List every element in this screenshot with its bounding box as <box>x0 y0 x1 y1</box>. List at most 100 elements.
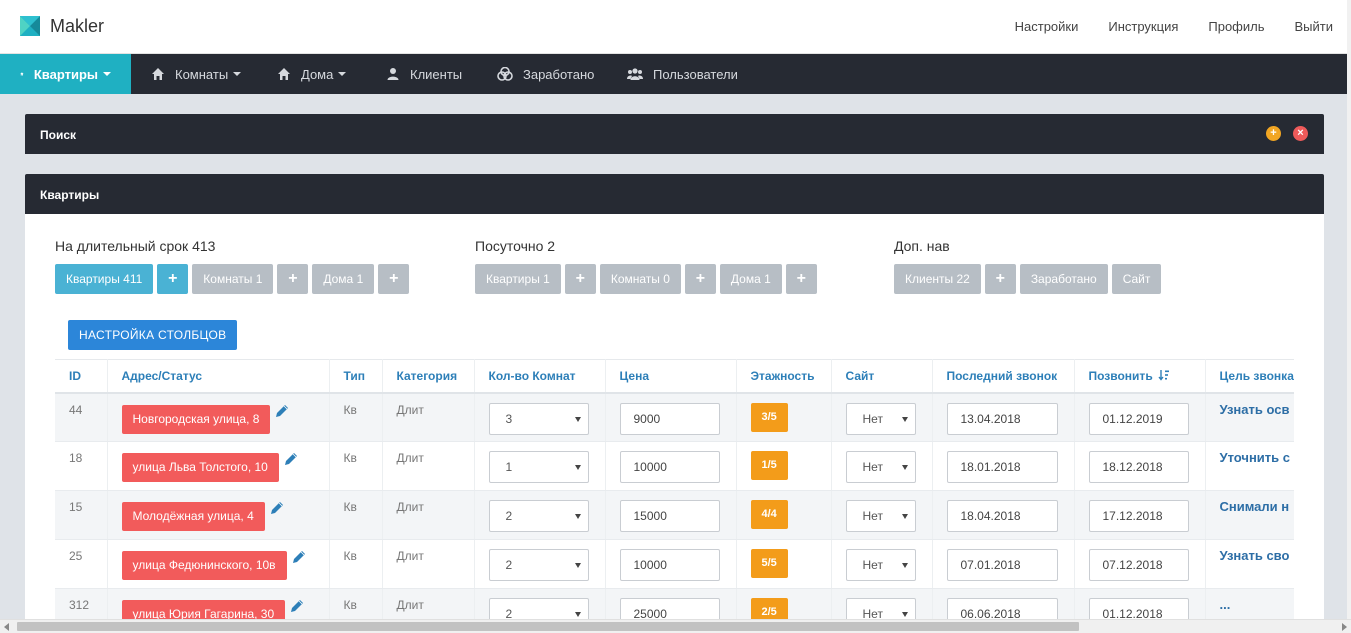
earned-button[interactable]: Заработано <box>1019 264 1108 294</box>
logo-icon <box>20 16 40 36</box>
daily-apartments-button[interactable]: Квартиры 1 <box>475 264 561 294</box>
scroll-right-icon[interactable] <box>1342 623 1347 631</box>
cell-floors: 3/5 <box>736 392 832 442</box>
price-input[interactable]: 9000 <box>619 402 720 435</box>
home-icon <box>20 72 24 76</box>
daily-houses-add-button[interactable]: + <box>785 264 817 294</box>
address-badge[interactable]: Молодёжная улица, 4 <box>121 502 265 531</box>
long-houses-add-button[interactable]: + <box>378 264 410 294</box>
pencil-icon[interactable] <box>274 403 290 419</box>
long-rooms-button[interactable]: Комнаты 1 <box>192 264 274 294</box>
close-icon[interactable]: × <box>1293 126 1308 141</box>
call-goal-link[interactable]: Узнать осв <box>1220 402 1290 417</box>
pencil-icon[interactable] <box>283 451 299 467</box>
long-rooms-add-button[interactable]: + <box>277 264 309 294</box>
last-call-input[interactable]: 07.01.2018 <box>946 549 1058 581</box>
horizontal-scrollbar[interactable] <box>0 619 1351 633</box>
caret-down-icon <box>338 72 347 76</box>
long-apartments-button[interactable]: Квартиры 411 <box>55 264 154 294</box>
settings-link[interactable]: Настройки <box>1015 19 1079 34</box>
column-header-floors[interactable]: Этажность <box>736 359 832 394</box>
dropdown-arrow-icon <box>901 514 908 519</box>
column-header-category[interactable]: Категория <box>382 359 475 394</box>
nav-item-earned[interactable]: Заработано <box>477 54 614 94</box>
call-date-input[interactable]: 18.12.2018 <box>1088 451 1189 483</box>
cell-floors: 4/4 <box>736 490 832 540</box>
last-call-input[interactable]: 18.04.2018 <box>946 500 1058 532</box>
site-select[interactable]: Нет <box>845 402 916 435</box>
call-date-input[interactable]: 01.12.2019 <box>1088 402 1189 435</box>
call-goal-link[interactable]: Снимали н <box>1220 499 1290 514</box>
column-header-goal[interactable]: Цель звонка <box>1205 359 1294 394</box>
site-select[interactable]: Нет <box>845 451 916 483</box>
daily-houses-button[interactable]: Дома 1 <box>719 264 782 294</box>
search-panel-header[interactable]: Поиск + × <box>25 114 1324 154</box>
apartments-table-wrap[interactable]: ID Адрес/Статус Тип Категория Кол-во Ком… <box>55 359 1294 633</box>
site-button[interactable]: Сайт <box>1111 264 1162 294</box>
cell-site: Нет <box>831 490 933 540</box>
price-input[interactable]: 10000 <box>619 451 720 483</box>
pencil-icon[interactable] <box>269 500 285 516</box>
clients-add-button[interactable]: + <box>984 264 1016 294</box>
nav-item-apartments[interactable]: Квартиры <box>0 54 131 94</box>
cell-last-call: 18.04.2018 <box>932 490 1075 540</box>
site-select[interactable]: Нет <box>845 500 916 532</box>
address-badge[interactable]: улица Льва Толстого, 10 <box>121 453 279 482</box>
cell-id: 25 <box>55 539 108 589</box>
profile-link[interactable]: Профиль <box>1208 19 1264 34</box>
call-date-input[interactable]: 07.12.2018 <box>1088 549 1189 581</box>
brand[interactable]: Makler <box>20 16 104 36</box>
column-settings-button[interactable]: НАСТРОЙКА СТОЛБЦОВ <box>68 320 238 350</box>
apartments-panel-header: Квартиры <box>25 174 1324 214</box>
nav-item-houses[interactable]: Дома <box>257 54 366 94</box>
call-date-input[interactable]: 17.12.2018 <box>1088 500 1189 532</box>
call-goal-link[interactable]: Уточнить с <box>1220 450 1291 465</box>
call-goal-link[interactable]: Узнать сво <box>1220 548 1290 563</box>
clients-button[interactable]: Клиенты 22 <box>894 264 981 294</box>
rooms-select[interactable]: 2 <box>488 500 589 532</box>
rooms-select-value: 1 <box>505 460 513 474</box>
nav-item-users[interactable]: Пользователи <box>607 54 758 94</box>
cell-type: Кв <box>329 392 383 442</box>
column-header-rooms[interactable]: Кол-во Комнат <box>474 359 606 394</box>
long-houses-button[interactable]: Дома 1 <box>312 264 375 294</box>
expand-icon[interactable]: + <box>1266 126 1281 141</box>
table-row: 25 улица Федюнинского, 10в Кв Длит 2 100… <box>55 539 1294 589</box>
rooms-select[interactable]: 1 <box>488 451 589 483</box>
column-header-type[interactable]: Тип <box>329 359 383 394</box>
column-header-last-call[interactable]: Последний звонок <box>932 359 1075 394</box>
scrollbar-thumb[interactable] <box>17 622 1079 631</box>
cell-category: Длит <box>382 539 475 589</box>
address-badge[interactable]: Новгородская улица, 8 <box>121 404 271 434</box>
daily-rooms-button[interactable]: Комнаты 0 <box>599 264 681 294</box>
main-nav: Квартиры Комнаты Дома Клиенты Заработано… <box>0 54 1351 94</box>
rooms-select[interactable]: 2 <box>488 549 589 581</box>
instructions-link[interactable]: Инструкция <box>1108 19 1178 34</box>
column-header-address[interactable]: Адрес/Статус <box>107 359 330 394</box>
last-call-input[interactable]: 18.01.2018 <box>946 451 1058 483</box>
column-header-site[interactable]: Сайт <box>831 359 933 394</box>
rooms-select[interactable]: 3 <box>488 402 589 435</box>
call-goal-link[interactable]: ... <box>1220 597 1231 612</box>
logout-link[interactable]: Выйти <box>1295 19 1334 34</box>
daily-apartments-add-button[interactable]: + <box>564 264 596 294</box>
pencil-icon[interactable] <box>289 598 305 614</box>
floors-badge: 5/5 <box>750 549 788 578</box>
nav-item-rooms[interactable]: Комнаты <box>131 54 261 94</box>
search-panel-title: Поиск <box>40 128 77 142</box>
vertical-scrollbar[interactable] <box>1347 0 1351 619</box>
pencil-icon[interactable] <box>291 549 307 565</box>
column-header-id[interactable]: ID <box>55 359 108 394</box>
site-select[interactable]: Нет <box>845 549 916 581</box>
scroll-left-icon[interactable] <box>4 623 9 631</box>
address-badge[interactable]: улица Федюнинского, 10в <box>121 551 287 580</box>
cell-rooms: 1 <box>474 441 606 491</box>
column-header-price[interactable]: Цена <box>605 359 737 394</box>
last-call-input[interactable]: 13.04.2018 <box>946 402 1058 435</box>
daily-rooms-add-button[interactable]: + <box>684 264 716 294</box>
price-input[interactable]: 15000 <box>619 500 720 532</box>
nav-item-clients[interactable]: Клиенты <box>366 54 482 94</box>
price-input[interactable]: 10000 <box>619 549 720 581</box>
column-header-call[interactable]: Позвонить <box>1074 359 1206 394</box>
long-apartments-add-button[interactable]: + <box>157 264 189 294</box>
